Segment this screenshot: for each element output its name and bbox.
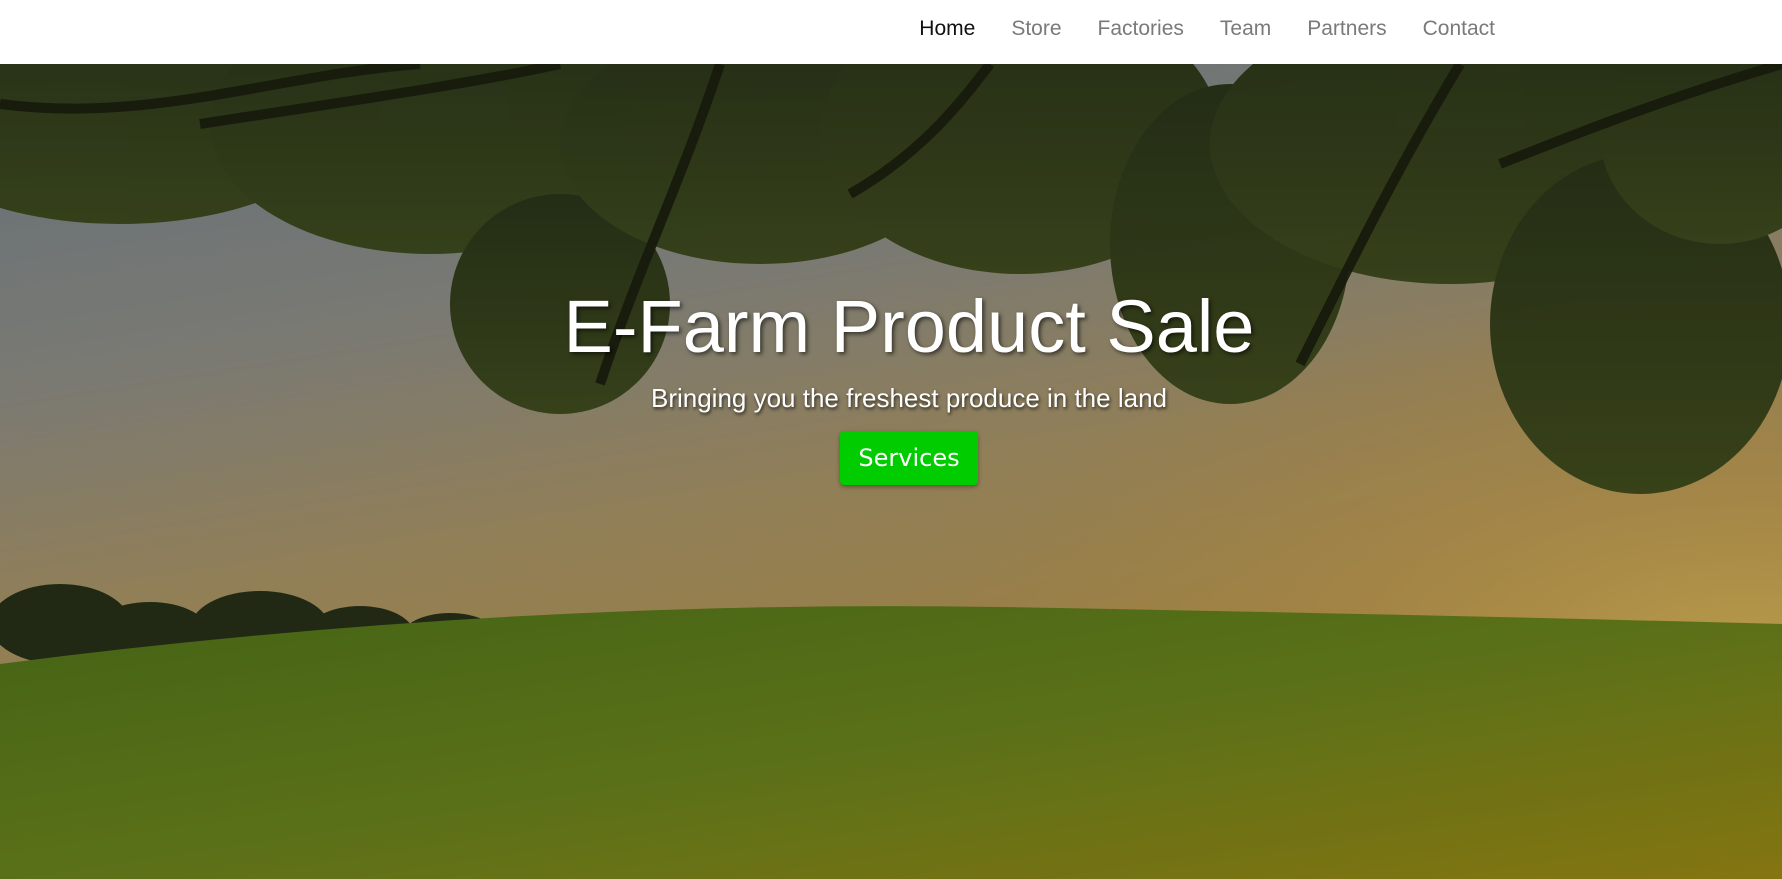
nav-partners-link[interactable]: Partners: [1289, 17, 1404, 41]
hero-section: E-Farm Product Sale Bringing you the fre…: [0, 64, 1782, 879]
nav-store-link[interactable]: Store: [993, 17, 1079, 41]
hero-title: E-Farm Product Sale: [563, 285, 1255, 368]
nav-team-link[interactable]: Team: [1202, 17, 1289, 41]
nav-factories-link[interactable]: Factories: [1080, 17, 1202, 41]
top-navbar: Home Store Factories Team Partners Conta…: [0, 0, 1782, 64]
nav-contact-link[interactable]: Contact: [1405, 17, 1513, 41]
nav-home-link[interactable]: Home: [901, 17, 993, 41]
hero-content: E-Farm Product Sale Bringing you the fre…: [0, 290, 1782, 485]
services-button[interactable]: Services: [840, 430, 978, 485]
hero-subtitle: Bringing you the freshest produce in the…: [650, 383, 1167, 413]
main-navigation: Home Store Factories Team Partners Conta…: [901, 0, 1513, 58]
